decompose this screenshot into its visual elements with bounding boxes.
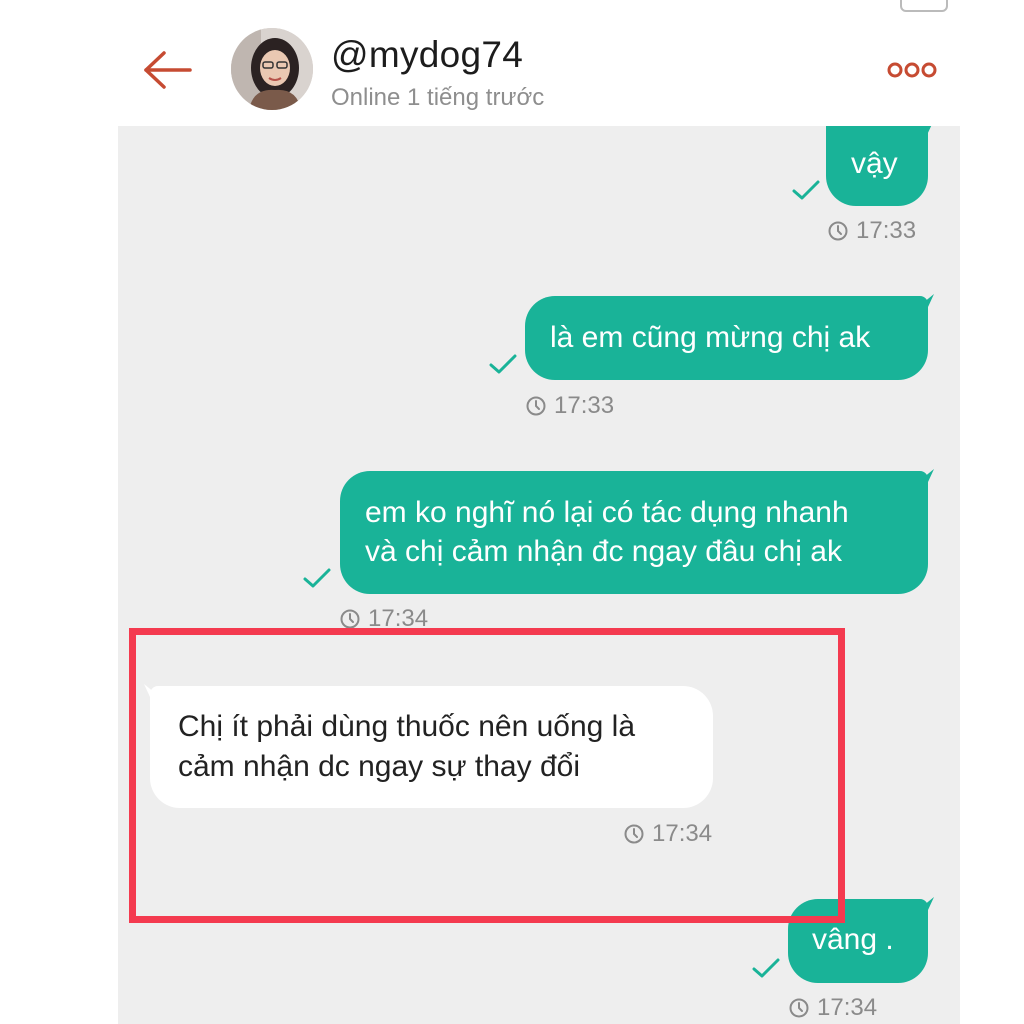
chat-header: @mydog74 Online 1 tiếng trước	[0, 12, 1024, 126]
arrow-left-icon	[144, 51, 192, 89]
message-timestamp: 17:34	[340, 605, 450, 633]
check-icon	[752, 958, 780, 978]
chat-messages-area[interactable]: vậy 17:33 là em cũng mừng chị ak 17:33 e…	[118, 126, 960, 1024]
avatar[interactable]	[231, 28, 313, 110]
check-icon	[792, 180, 820, 200]
clock-icon	[828, 221, 848, 241]
message-text: vậy	[851, 147, 898, 180]
message-timestamp: 17:33	[526, 392, 636, 420]
message-bubble[interactable]: là em cũng mừng chị ak	[525, 296, 928, 380]
clock-icon	[526, 396, 546, 416]
battery-icon	[900, 0, 948, 12]
check-icon	[303, 568, 331, 588]
message-bubble[interactable]: em ko nghĩ nó lại có tác dụng nhanh và c…	[340, 471, 928, 594]
message-bubble[interactable]: Chị ít phải dùng thuốc nên uống là cảm n…	[150, 686, 713, 808]
message-timestamp: 17:34	[789, 994, 899, 1022]
online-status: Online 1 tiếng trước	[331, 84, 545, 111]
message-timestamp: 17:34	[624, 820, 734, 848]
check-icon	[489, 354, 517, 374]
message-text: vâng .	[812, 923, 894, 956]
more-button[interactable]	[886, 60, 938, 80]
timestamp-text: 17:33	[554, 392, 615, 419]
message-bubble[interactable]: vâng .	[788, 899, 928, 983]
message-bubble[interactable]: vậy	[826, 126, 928, 206]
chat-username: @mydog74	[331, 34, 524, 75]
timestamp-text: 17:34	[368, 605, 429, 632]
timestamp-text: 17:34	[652, 820, 713, 847]
message-text: là em cũng mừng chị ak	[550, 321, 871, 354]
timestamp-text: 17:33	[856, 217, 917, 244]
message-line: cảm nhận dc ngay sự thay đổi	[178, 750, 580, 783]
avatar-photo	[231, 28, 313, 110]
back-button[interactable]	[140, 50, 194, 90]
message-line: em ko nghĩ nó lại có tác dụng nhanh	[365, 496, 849, 529]
more-dots-icon	[887, 62, 937, 78]
clock-icon	[624, 824, 644, 844]
clock-icon	[340, 609, 360, 629]
clock-icon	[789, 998, 809, 1018]
status-bar	[0, 0, 1024, 12]
message-line: và chị cảm nhận đc ngay đâu chị ak	[365, 535, 842, 568]
timestamp-text: 17:34	[817, 994, 878, 1021]
message-timestamp: 17:33	[828, 217, 938, 245]
message-line: Chị ít phải dùng thuốc nên uống là	[178, 710, 636, 743]
